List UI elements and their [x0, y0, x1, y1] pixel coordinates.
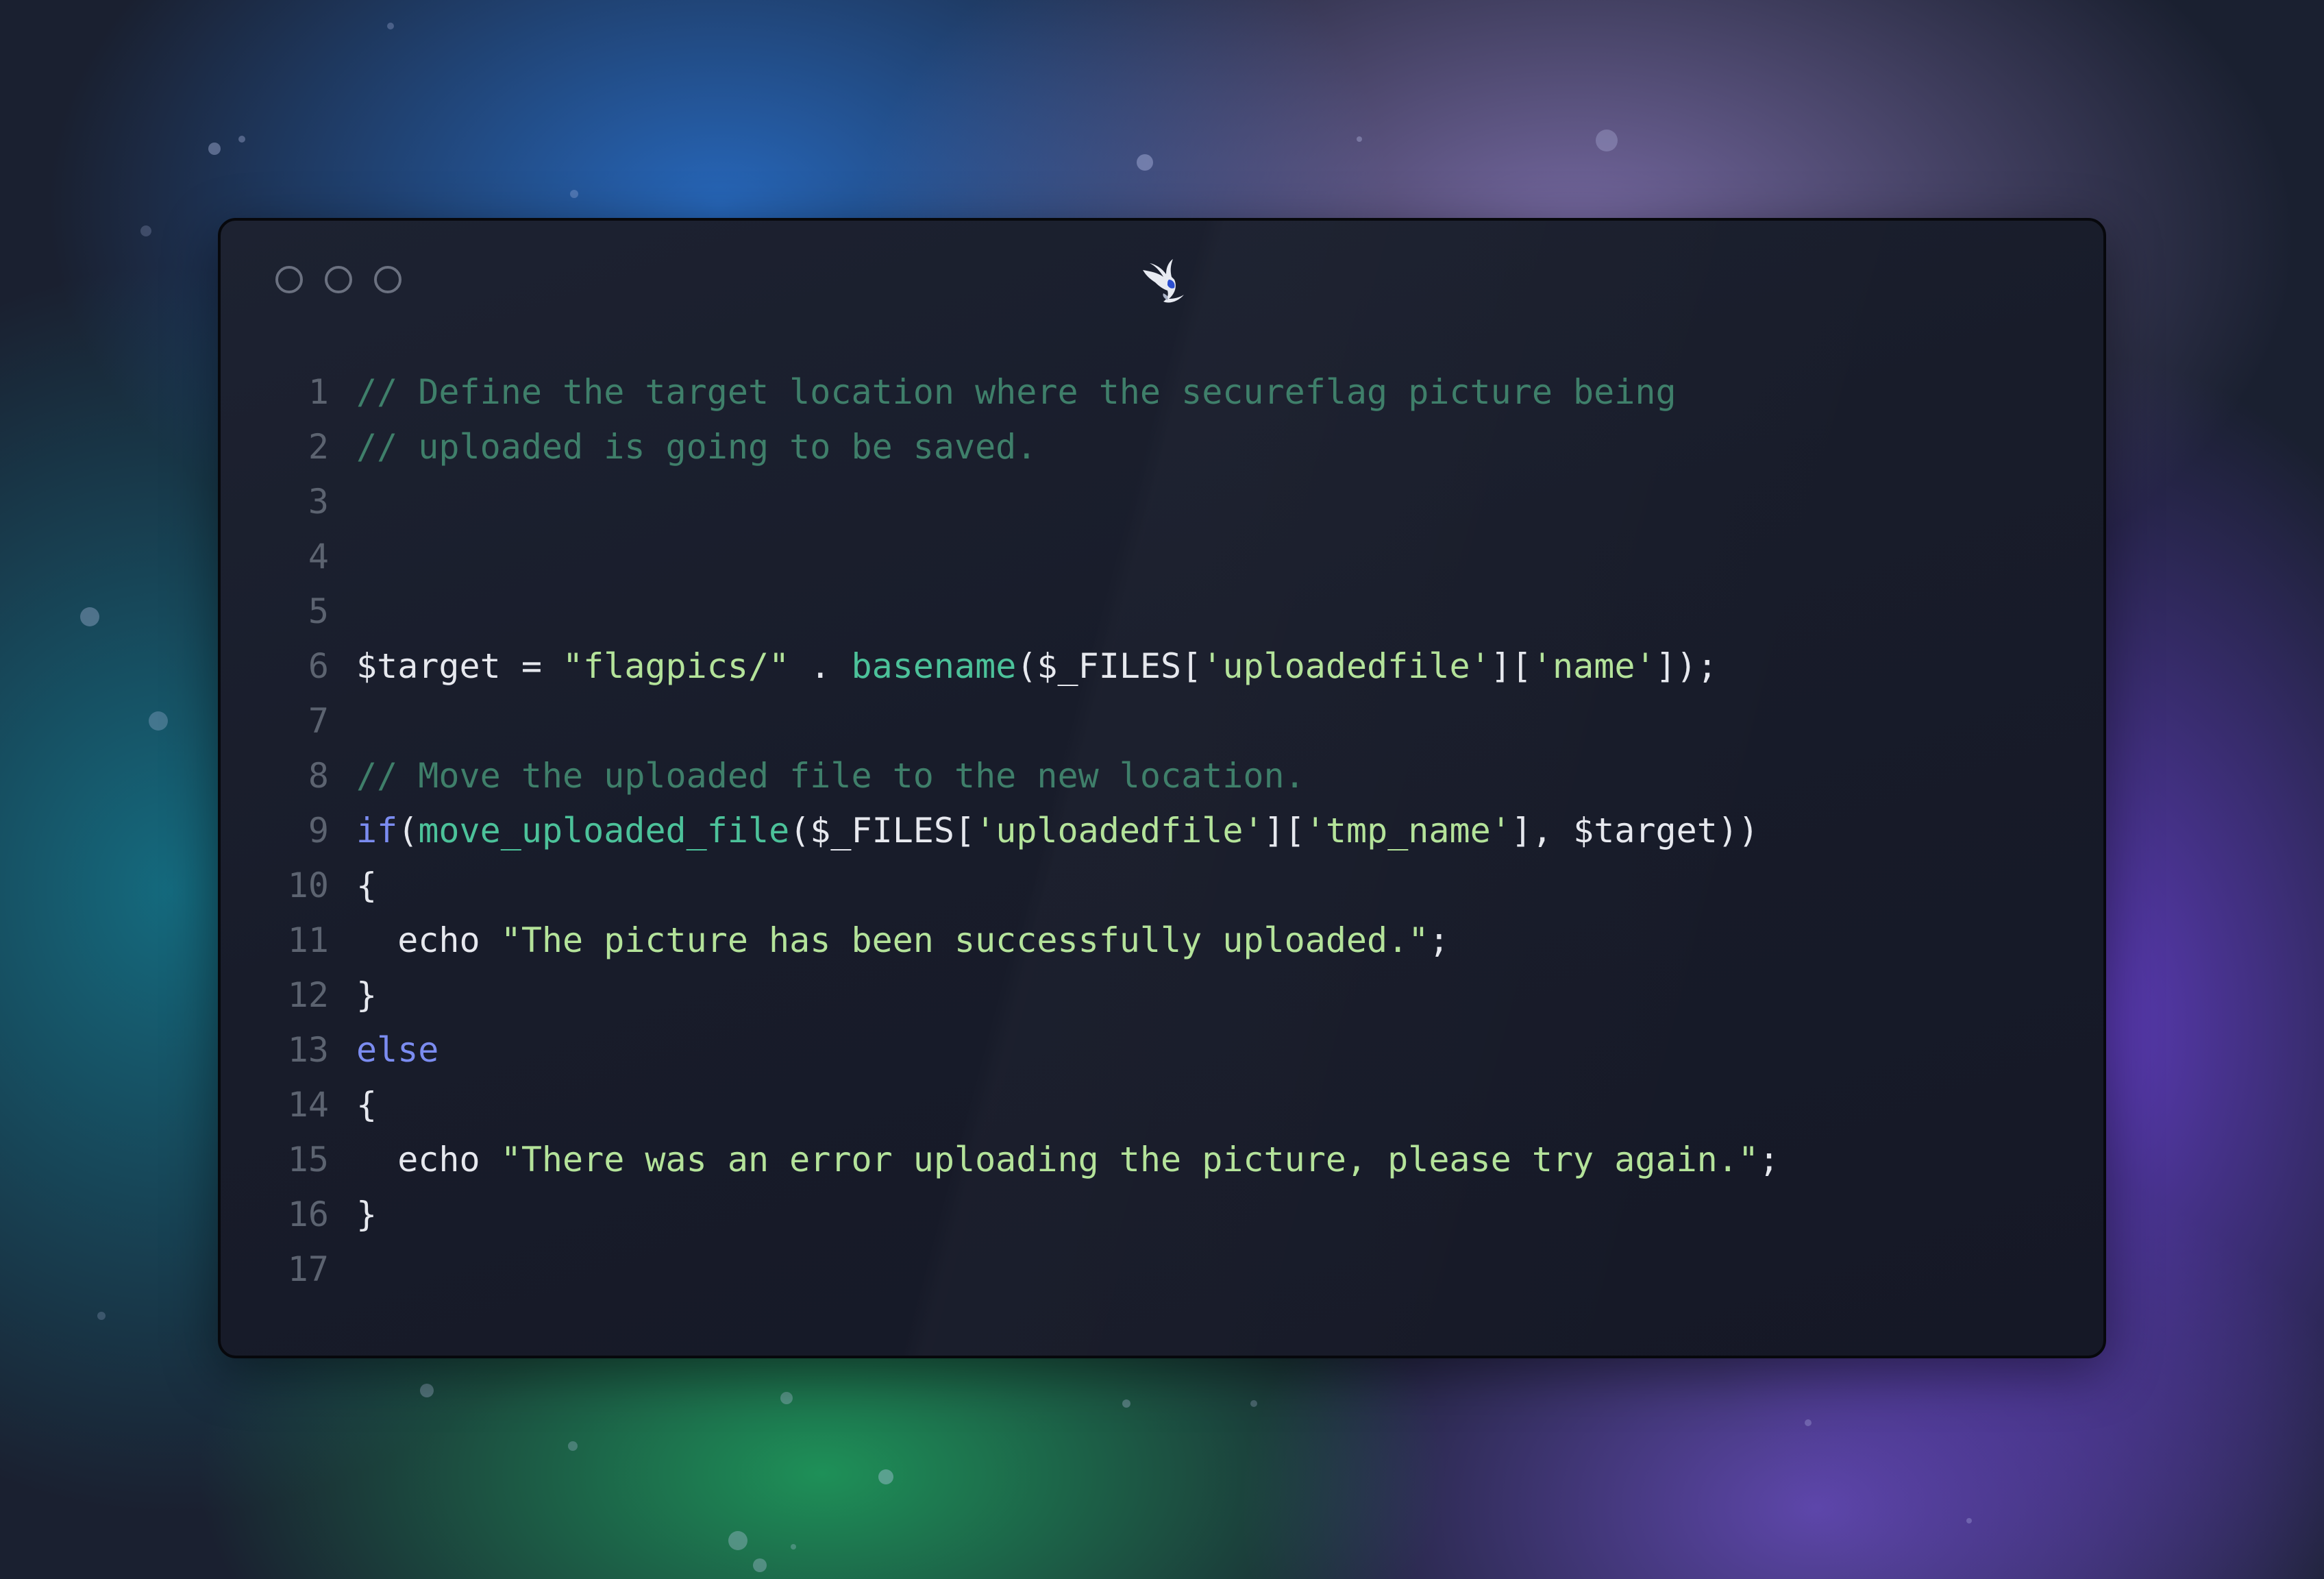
code-line: 1 // Define the target location where the…: [221, 365, 2103, 419]
code-line: 6 $target = "flagpics/" . basename($_FILE…: [221, 639, 2103, 694]
code-token: 'uploadedfile': [975, 811, 1264, 850]
code-token: $target =: [356, 646, 563, 686]
code-text: // Define the target location where the …: [329, 365, 1677, 419]
code-line: 12}: [221, 968, 2103, 1023]
code-token: ;: [1758, 1140, 1780, 1179]
line-number: 11: [287, 920, 329, 960]
code-line: 3: [221, 474, 2103, 529]
line-number: 8: [308, 756, 329, 796]
code-token: if: [356, 811, 398, 850]
code-token: "flagpics/": [563, 646, 790, 686]
code-text: // Move the uploaded file to the new loc…: [329, 748, 1305, 803]
code-token: ($_FILES[: [789, 811, 976, 850]
line-number: 2: [308, 427, 329, 467]
code-token: echo: [356, 920, 501, 960]
code-token: .: [789, 646, 852, 686]
window-controls: [275, 266, 401, 293]
secureflag-bird-logo-icon: [1143, 259, 1184, 303]
code-line: 8 // Move the uploaded file to the new lo…: [221, 748, 2103, 803]
code-token: ;: [1429, 920, 1450, 960]
code-token: }: [356, 975, 378, 1015]
line-number: 1: [308, 372, 329, 412]
code-token: ][: [1263, 811, 1305, 850]
line-number: 4: [308, 537, 329, 576]
code-token: // Define the target location where the …: [356, 372, 1677, 412]
code-line: 10 {: [221, 858, 2103, 913]
code-token: (: [397, 811, 419, 850]
line-number: 9: [308, 811, 329, 850]
line-number: 17: [287, 1249, 329, 1289]
line-number: 15: [287, 1140, 329, 1179]
code-token: {: [356, 866, 378, 905]
code-token: // Move the uploaded file to the new loc…: [356, 756, 1305, 796]
code-token: ($_FILES[: [1016, 646, 1202, 686]
code-token: 'tmp_name': [1305, 811, 1511, 850]
line-number: 14: [287, 1085, 329, 1125]
code-line: 16}: [221, 1187, 2103, 1242]
line-number: 6: [308, 646, 329, 686]
code-token: else: [356, 1030, 439, 1070]
code-text: // uploaded is going to be saved.: [329, 419, 1037, 474]
minimize-button[interactable]: [325, 266, 352, 293]
code-text: if(move_uploaded_file($_FILES['uploadedf…: [329, 803, 1759, 858]
code-token: "The picture has been successfully uploa…: [500, 920, 1429, 960]
code-line: 17: [221, 1242, 2103, 1297]
code-text: else: [329, 1023, 438, 1077]
code-token: 'name': [1531, 646, 1656, 686]
code-line: 7: [221, 694, 2103, 748]
line-number: 3: [308, 482, 329, 522]
line-number: 10: [287, 866, 329, 905]
code-token: "There was an error uploading the pictur…: [500, 1140, 1759, 1179]
code-window: 1 // Define the target location where the…: [218, 218, 2106, 1358]
code-line: 5: [221, 584, 2103, 639]
code-text: $target = "flagpics/" . basename($_FILES…: [329, 639, 1718, 694]
code-token: 'uploadedfile': [1202, 646, 1491, 686]
code-line: 15 echo "There was an error uploading th…: [221, 1132, 2103, 1187]
code-line: 13 else: [221, 1023, 2103, 1077]
code-token: ], $target)): [1511, 811, 1759, 850]
code-text: }: [329, 1187, 377, 1242]
code-token: ]);: [1655, 646, 1718, 686]
code-text: {: [329, 1077, 377, 1132]
line-number: 5: [308, 591, 329, 631]
code-text: {: [329, 858, 377, 913]
code-line: 14 {: [221, 1077, 2103, 1132]
line-number: 13: [287, 1030, 329, 1070]
line-number: 7: [308, 701, 329, 741]
code-token: ][: [1490, 646, 1532, 686]
code-line: 2 // uploaded is going to be saved.: [221, 419, 2103, 474]
code-text: }: [329, 968, 377, 1023]
code-text: echo "There was an error uploading the p…: [329, 1132, 1779, 1187]
code-line: 11 echo "The picture has been successful…: [221, 913, 2103, 968]
maximize-button[interactable]: [374, 266, 401, 293]
code-token: // uploaded is going to be saved.: [356, 427, 1037, 467]
code-token: {: [356, 1085, 378, 1125]
close-button[interactable]: [275, 266, 303, 293]
code-token: move_uploaded_file: [418, 811, 790, 850]
code-token: echo: [356, 1140, 501, 1179]
code-line: 4: [221, 529, 2103, 584]
code-token: basename: [851, 646, 1017, 686]
line-number: 12: [287, 975, 329, 1015]
code-line: 9 if(move_uploaded_file($_FILES['uploaded…: [221, 803, 2103, 858]
code-editor[interactable]: 1 // Define the target location where the…: [221, 365, 2103, 1297]
code-token: }: [356, 1195, 378, 1234]
code-text: echo "The picture has been successfully …: [329, 913, 1449, 968]
line-number: 16: [287, 1195, 329, 1234]
